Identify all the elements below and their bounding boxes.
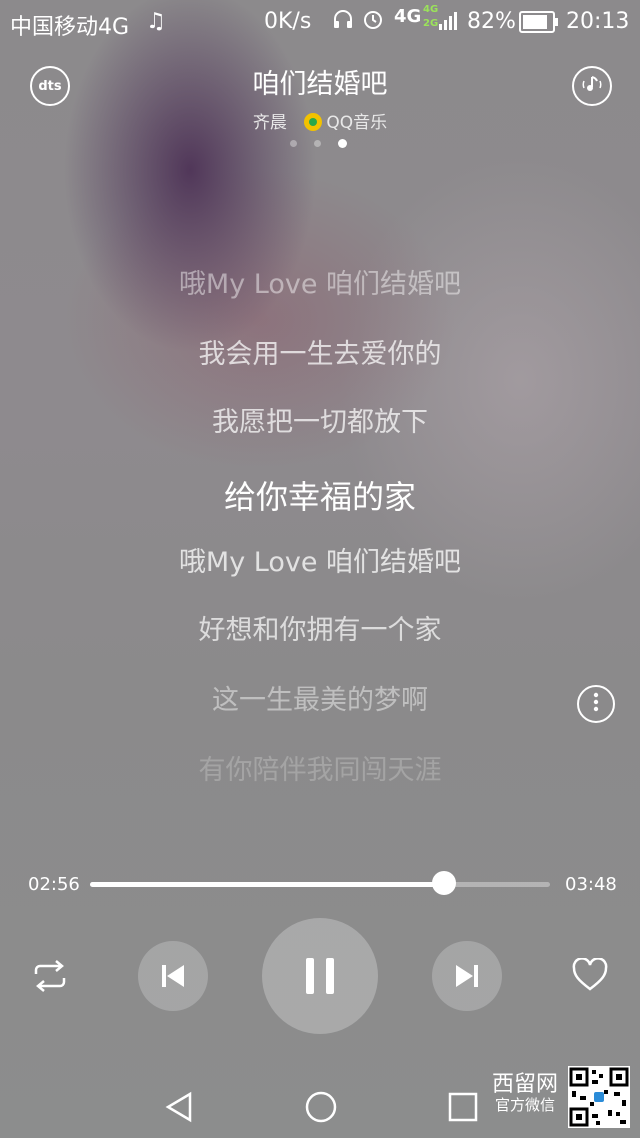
home-button[interactable] — [304, 1090, 338, 1128]
next-icon — [456, 965, 478, 987]
sound-effect-icon — [581, 73, 603, 99]
watermark-site: 西留网 — [491, 1072, 558, 1097]
lyric-line: 有你陪伴我同闯天涯 — [198, 755, 442, 786]
alarm-icon — [361, 7, 385, 37]
lyric-line: 哦My Love 咱们结婚吧 — [178, 547, 462, 578]
pause-icon — [306, 958, 334, 994]
signal-sub-bottom: 2G — [423, 18, 439, 29]
qq-music-logo-icon — [304, 113, 323, 131]
elapsed-time: 02:56 — [28, 874, 80, 895]
lyric-line: 好想和你拥有一个家 — [198, 615, 442, 646]
signal-sub-top: 4G — [423, 4, 439, 15]
total-duration: 03:48 — [565, 874, 617, 895]
page-dot — [314, 140, 321, 147]
progress-fill — [90, 882, 444, 887]
page-indicator — [290, 138, 350, 150]
status-bar: 中国移动4G ♫ 0K/s 4G 4G 2G 82% 20:13 — [0, 0, 640, 44]
signal-label: 4G — [394, 6, 422, 27]
heart-icon — [572, 957, 608, 991]
back-icon — [165, 1091, 192, 1123]
qr-code-icon — [568, 1066, 630, 1128]
back-button[interactable] — [162, 1090, 196, 1128]
net-speed: 0K/s — [264, 9, 312, 34]
pause-button[interactable] — [262, 918, 378, 1034]
more-button[interactable] — [577, 685, 615, 723]
page-dot — [290, 140, 297, 147]
headset-icon — [331, 7, 355, 37]
more-icon — [593, 692, 599, 716]
home-icon — [305, 1091, 337, 1123]
recents-button[interactable] — [448, 1092, 478, 1126]
battery-percent: 82% — [467, 9, 516, 34]
lyric-line: 这一生最美的梦啊 — [212, 685, 428, 716]
previous-icon — [162, 965, 184, 987]
song-title: 咱们结婚吧 — [252, 69, 388, 100]
song-subtitle: 齐晨 QQ音乐 — [0, 108, 640, 133]
progress-thumb[interactable] — [432, 871, 456, 895]
carrier-label: 中国移动4G — [10, 15, 130, 40]
next-button[interactable] — [432, 941, 502, 1011]
watermark-label: 官方微信 — [494, 1096, 555, 1115]
favorite-button[interactable] — [572, 957, 608, 994]
artist-name[interactable]: 齐晨 — [253, 113, 287, 133]
battery-icon — [519, 11, 559, 39]
sound-effect-button[interactable] — [572, 66, 612, 106]
signal-icon — [438, 9, 460, 37]
clock: 20:13 — [566, 9, 630, 34]
source-label: QQ音乐 — [326, 113, 388, 133]
lyric-line-current: 给你幸福的家 — [223, 478, 416, 516]
previous-button[interactable] — [138, 941, 208, 1011]
lyric-line: 我愿把一切都放下 — [212, 407, 428, 438]
recents-icon — [448, 1092, 478, 1122]
page-dot-active — [338, 139, 347, 148]
repeat-icon — [34, 960, 66, 992]
watermark-brand: 西留网 官方微信 — [490, 1072, 560, 1115]
repeat-button[interactable] — [30, 958, 70, 994]
lyric-line: 哦My Love 咱们结婚吧 — [178, 269, 462, 300]
lyric-line: 我会用一生去爱你的 — [198, 339, 442, 370]
music-note-icon: ♫ — [146, 9, 166, 34]
